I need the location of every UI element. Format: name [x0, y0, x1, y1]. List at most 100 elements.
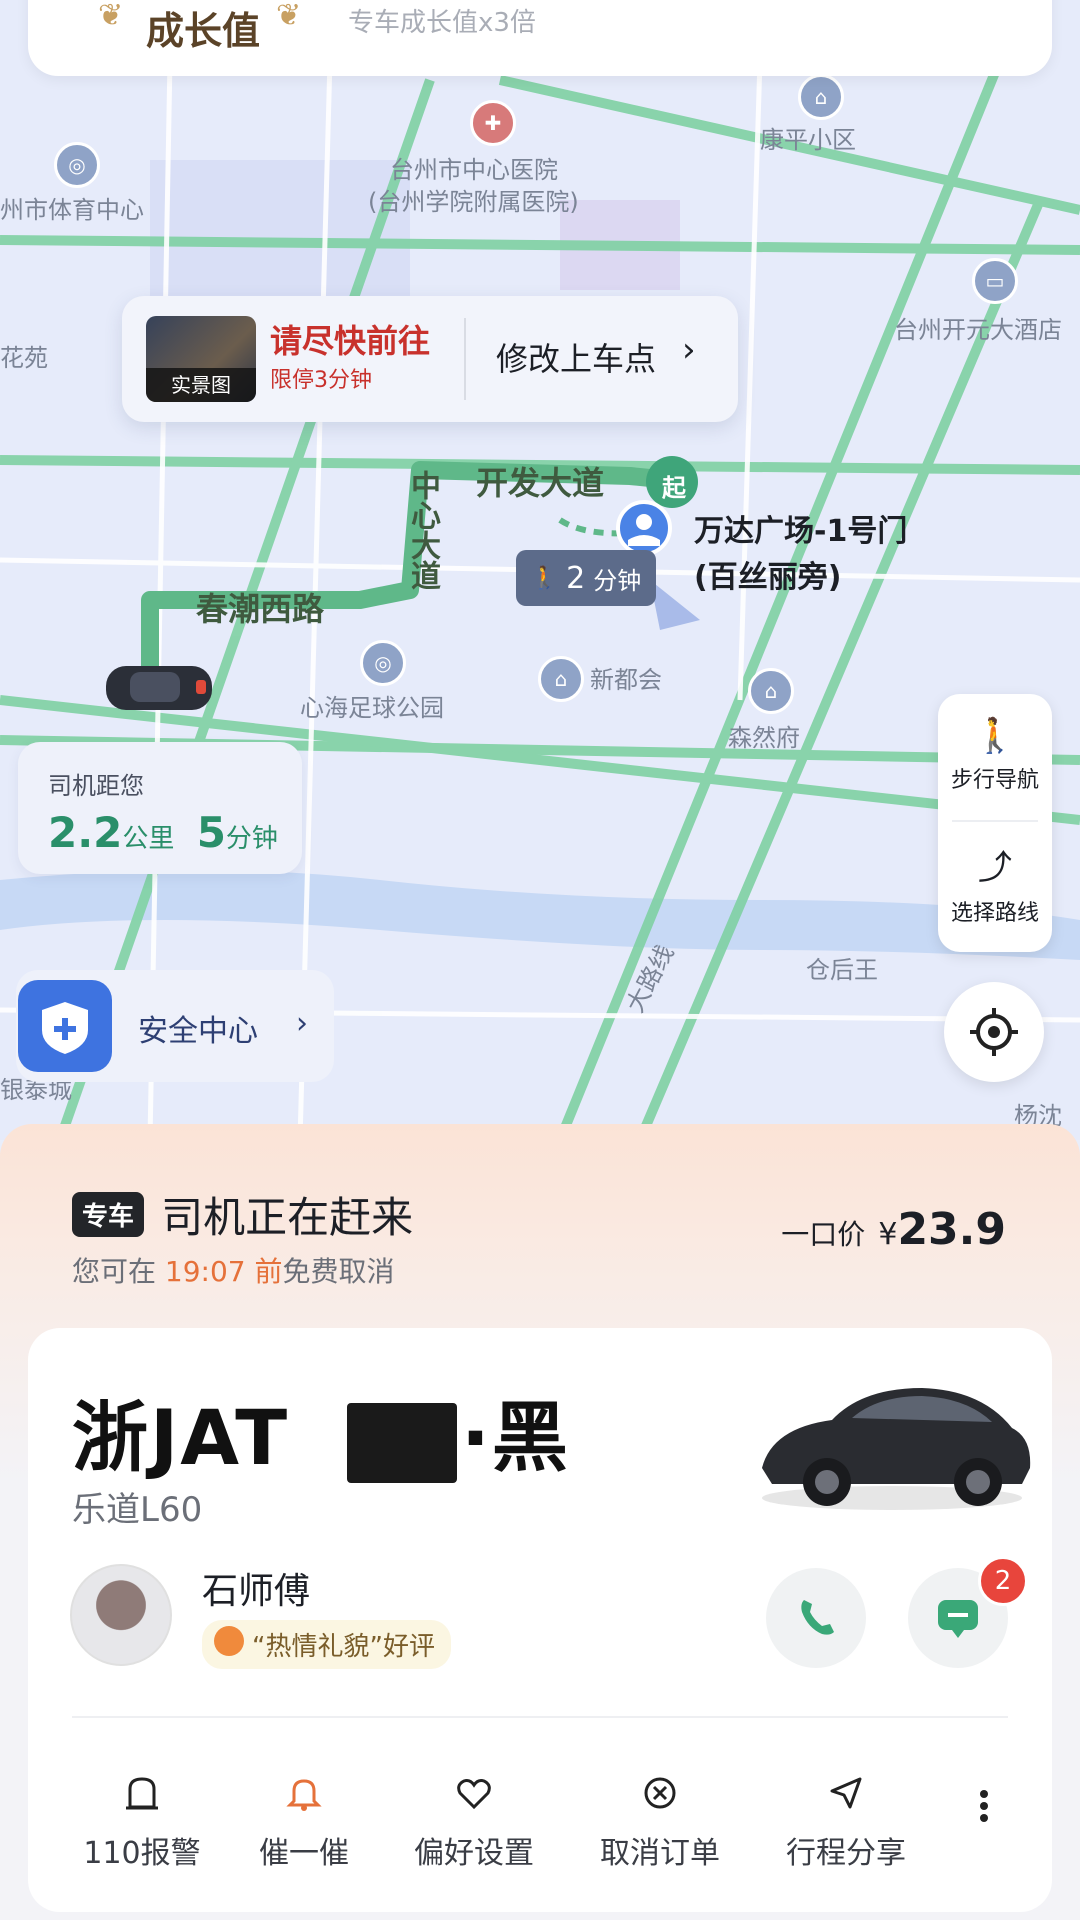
- locate-me-button[interactable]: [944, 982, 1044, 1082]
- choose-route-label: 选择路线: [950, 901, 1039, 926]
- currency-symbol: ¥: [878, 1217, 898, 1252]
- walking-icon: 🚶: [973, 716, 1017, 756]
- cancel-prefix: 您可在: [72, 1255, 165, 1288]
- close-circle-icon: [644, 1777, 676, 1809]
- walking-icon: 🚶: [530, 565, 559, 591]
- map-side-panel: 🚶 步行导航 ⤴ 选择路线: [938, 694, 1052, 952]
- plate-prefix: 浙JAT: [72, 1393, 290, 1482]
- share-trip-button[interactable]: 行程分享: [766, 1768, 926, 1872]
- car-image: [762, 1388, 1031, 1510]
- driver-distance-value: 2.2公里 5分钟: [48, 808, 278, 857]
- road-label: 春潮西路: [196, 590, 325, 628]
- growth-banner[interactable]: ❦ 成长值 ❦ 专车成长值x3倍: [28, 0, 1052, 76]
- destination-name: 万达广场-1号门: [694, 514, 908, 549]
- divider: [464, 318, 466, 400]
- stadium-icon: ◎: [54, 142, 100, 188]
- order-status: 专车 司机正在赶来: [72, 1184, 413, 1245]
- choose-route-button[interactable]: ⤴ 选择路线: [938, 840, 1052, 927]
- cancel-deadline: 19:07 前: [164, 1255, 283, 1288]
- laurel-icon: ❦: [276, 0, 302, 33]
- chevron-right-icon: ›: [296, 1006, 308, 1041]
- call-police-label: 110报警: [83, 1836, 201, 1871]
- residence-icon: ⌂: [538, 656, 584, 702]
- shield-icon: [18, 980, 112, 1072]
- road-label: 开发大道: [476, 464, 605, 502]
- map-view[interactable]: ◎ ✚ ⌂ ▭ ⌂ ⌂ ◎ 台州市中心医院 (台州学院附属医院) 康平小区 州市…: [0, 0, 1080, 1140]
- heart-icon: [457, 1779, 491, 1810]
- safety-center-label: 安全中心: [138, 1014, 258, 1049]
- walk-time-badge: 🚶 2 分钟: [516, 550, 656, 606]
- divider: [952, 820, 1038, 822]
- plate-suffix: ·黑: [461, 1393, 570, 1482]
- distance-unit: 公里: [122, 824, 175, 854]
- edit-pickup-button[interactable]: 修改上车点: [496, 334, 656, 380]
- price-value: 23.9: [897, 1204, 1006, 1255]
- driver-review-badge: “热情礼貌”好评: [202, 1620, 451, 1669]
- crosshair-icon: [970, 1008, 1018, 1056]
- order-status-text: 司机正在赶来: [161, 1193, 414, 1242]
- hospital-icon: ✚: [470, 100, 516, 146]
- map-label: 台州开元大酒店: [894, 316, 1062, 344]
- street-view-label: 实景图: [146, 368, 256, 402]
- urge-button[interactable]: 催一催: [224, 1768, 384, 1872]
- cancel-order-button[interactable]: 取消订单: [580, 1768, 740, 1872]
- driver-distance-label: 司机距您: [48, 772, 144, 800]
- map-label: 州市体育中心: [0, 196, 144, 224]
- residence-icon: ⌂: [798, 74, 844, 120]
- growth-badge: 成长值: [146, 9, 261, 53]
- growth-subtitle: 专车成长值x3倍: [348, 8, 536, 38]
- urge-label: 催一催: [259, 1836, 349, 1871]
- hotel-icon: ▭: [972, 258, 1018, 304]
- map-label: (台州学院附属医院): [368, 188, 579, 216]
- driver-card: 浙JAT ·黑 乐道L60 石师傅 “热情礼貌”好评 2 110报警 催一催 偏…: [28, 1328, 1052, 1912]
- pickup-subtitle: 限停3分钟: [270, 368, 372, 393]
- price-label: 一口价: [781, 1218, 866, 1251]
- driver-avatar[interactable]: [70, 1564, 172, 1666]
- walk-minutes: 2: [566, 560, 586, 596]
- car-model: 乐道L60: [72, 1490, 203, 1530]
- flower-icon: [214, 1626, 244, 1656]
- map-label: 森然府: [728, 724, 800, 752]
- call-police-button[interactable]: 110报警: [62, 1768, 222, 1872]
- plate-redaction: [347, 1403, 458, 1483]
- pickup-title: 请尽快前往: [270, 322, 431, 360]
- map-label: 新都会: [590, 666, 662, 694]
- more-options-icon[interactable]: [978, 1786, 990, 1826]
- safety-center-button[interactable]: 安全中心 ›: [16, 970, 334, 1082]
- unread-count-badge: 2: [978, 1556, 1028, 1606]
- route-fork-icon: ⤴: [978, 848, 1012, 888]
- driver-name: 石师傅: [202, 1571, 311, 1612]
- car-marker: [106, 666, 212, 710]
- walk-nav-button[interactable]: 🚶 步行导航: [938, 716, 1052, 794]
- bell-icon: [286, 1779, 322, 1811]
- call-driver-button[interactable]: [766, 1568, 866, 1668]
- eta-unit: 分钟: [225, 824, 278, 854]
- distance-km: 2.2: [48, 808, 123, 857]
- service-tag: 专车: [72, 1192, 145, 1237]
- share-trip-label: 行程分享: [786, 1836, 906, 1871]
- map-label: 仓后王: [806, 956, 878, 984]
- preferences-button[interactable]: 偏好设置: [394, 1768, 554, 1872]
- driver-distance-card: 司机距您 2.2公里 5分钟: [18, 742, 302, 874]
- license-plate: 浙JAT ·黑: [72, 1376, 570, 1486]
- cancel-suffix: 免费取消: [282, 1255, 395, 1288]
- map-label: 花苑: [0, 344, 48, 372]
- fixed-price[interactable]: 一口价 ¥23.9: [781, 1204, 1006, 1255]
- walk-unit: 分钟: [593, 566, 642, 595]
- street-view-thumbnail[interactable]: 实景图: [146, 316, 256, 402]
- map-label: 台州市中心医院: [390, 156, 558, 184]
- destination-subname: (百丝丽旁): [694, 560, 842, 595]
- walk-nav-label: 步行导航: [950, 768, 1039, 793]
- send-icon: [830, 1777, 862, 1809]
- chevron-right-icon: ›: [682, 330, 696, 370]
- start-marker-label: 起: [662, 474, 686, 502]
- cancel-order-label: 取消订单: [600, 1836, 720, 1871]
- preferences-label: 偏好设置: [414, 1836, 534, 1871]
- eta-minutes: 5: [196, 808, 226, 857]
- residence-icon: ⌂: [748, 668, 794, 714]
- pickup-card: 实景图 请尽快前往 限停3分钟 修改上车点 ›: [122, 296, 738, 422]
- review-text: “热情礼貌”好评: [252, 1632, 435, 1662]
- road-label: 中心大道: [405, 470, 440, 590]
- alarm-110-icon: [126, 1777, 158, 1810]
- laurel-icon: ❦: [98, 0, 124, 33]
